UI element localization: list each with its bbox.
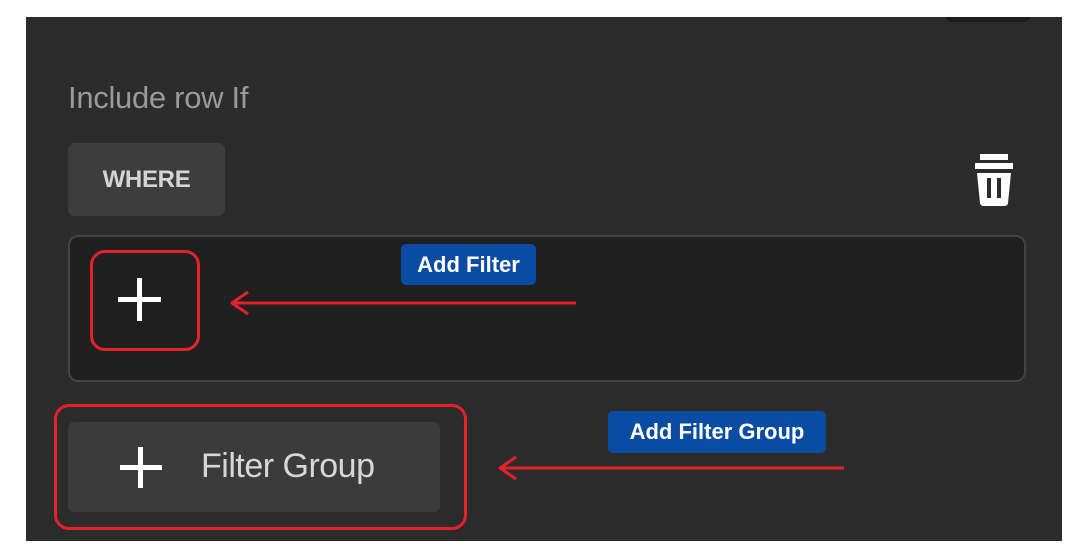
plus-icon-vertical [137,278,142,321]
add-filter-arrow [230,290,576,316]
where-chip: WHERE [68,143,225,216]
screenshot-stage: Include row If WHERE Filter Group Add Fi… [0,0,1080,558]
trash-icon[interactable] [975,154,1013,206]
add-filter-group-arrow [498,455,844,481]
add-filter-callout: Add Filter [401,244,536,285]
filter-group-highlight [54,404,467,530]
panel-top-tab [946,17,1030,22]
add-filter-group-callout: Add Filter Group [608,411,826,453]
section-label: Include row If [68,80,249,115]
add-filter-button[interactable] [90,250,200,351]
